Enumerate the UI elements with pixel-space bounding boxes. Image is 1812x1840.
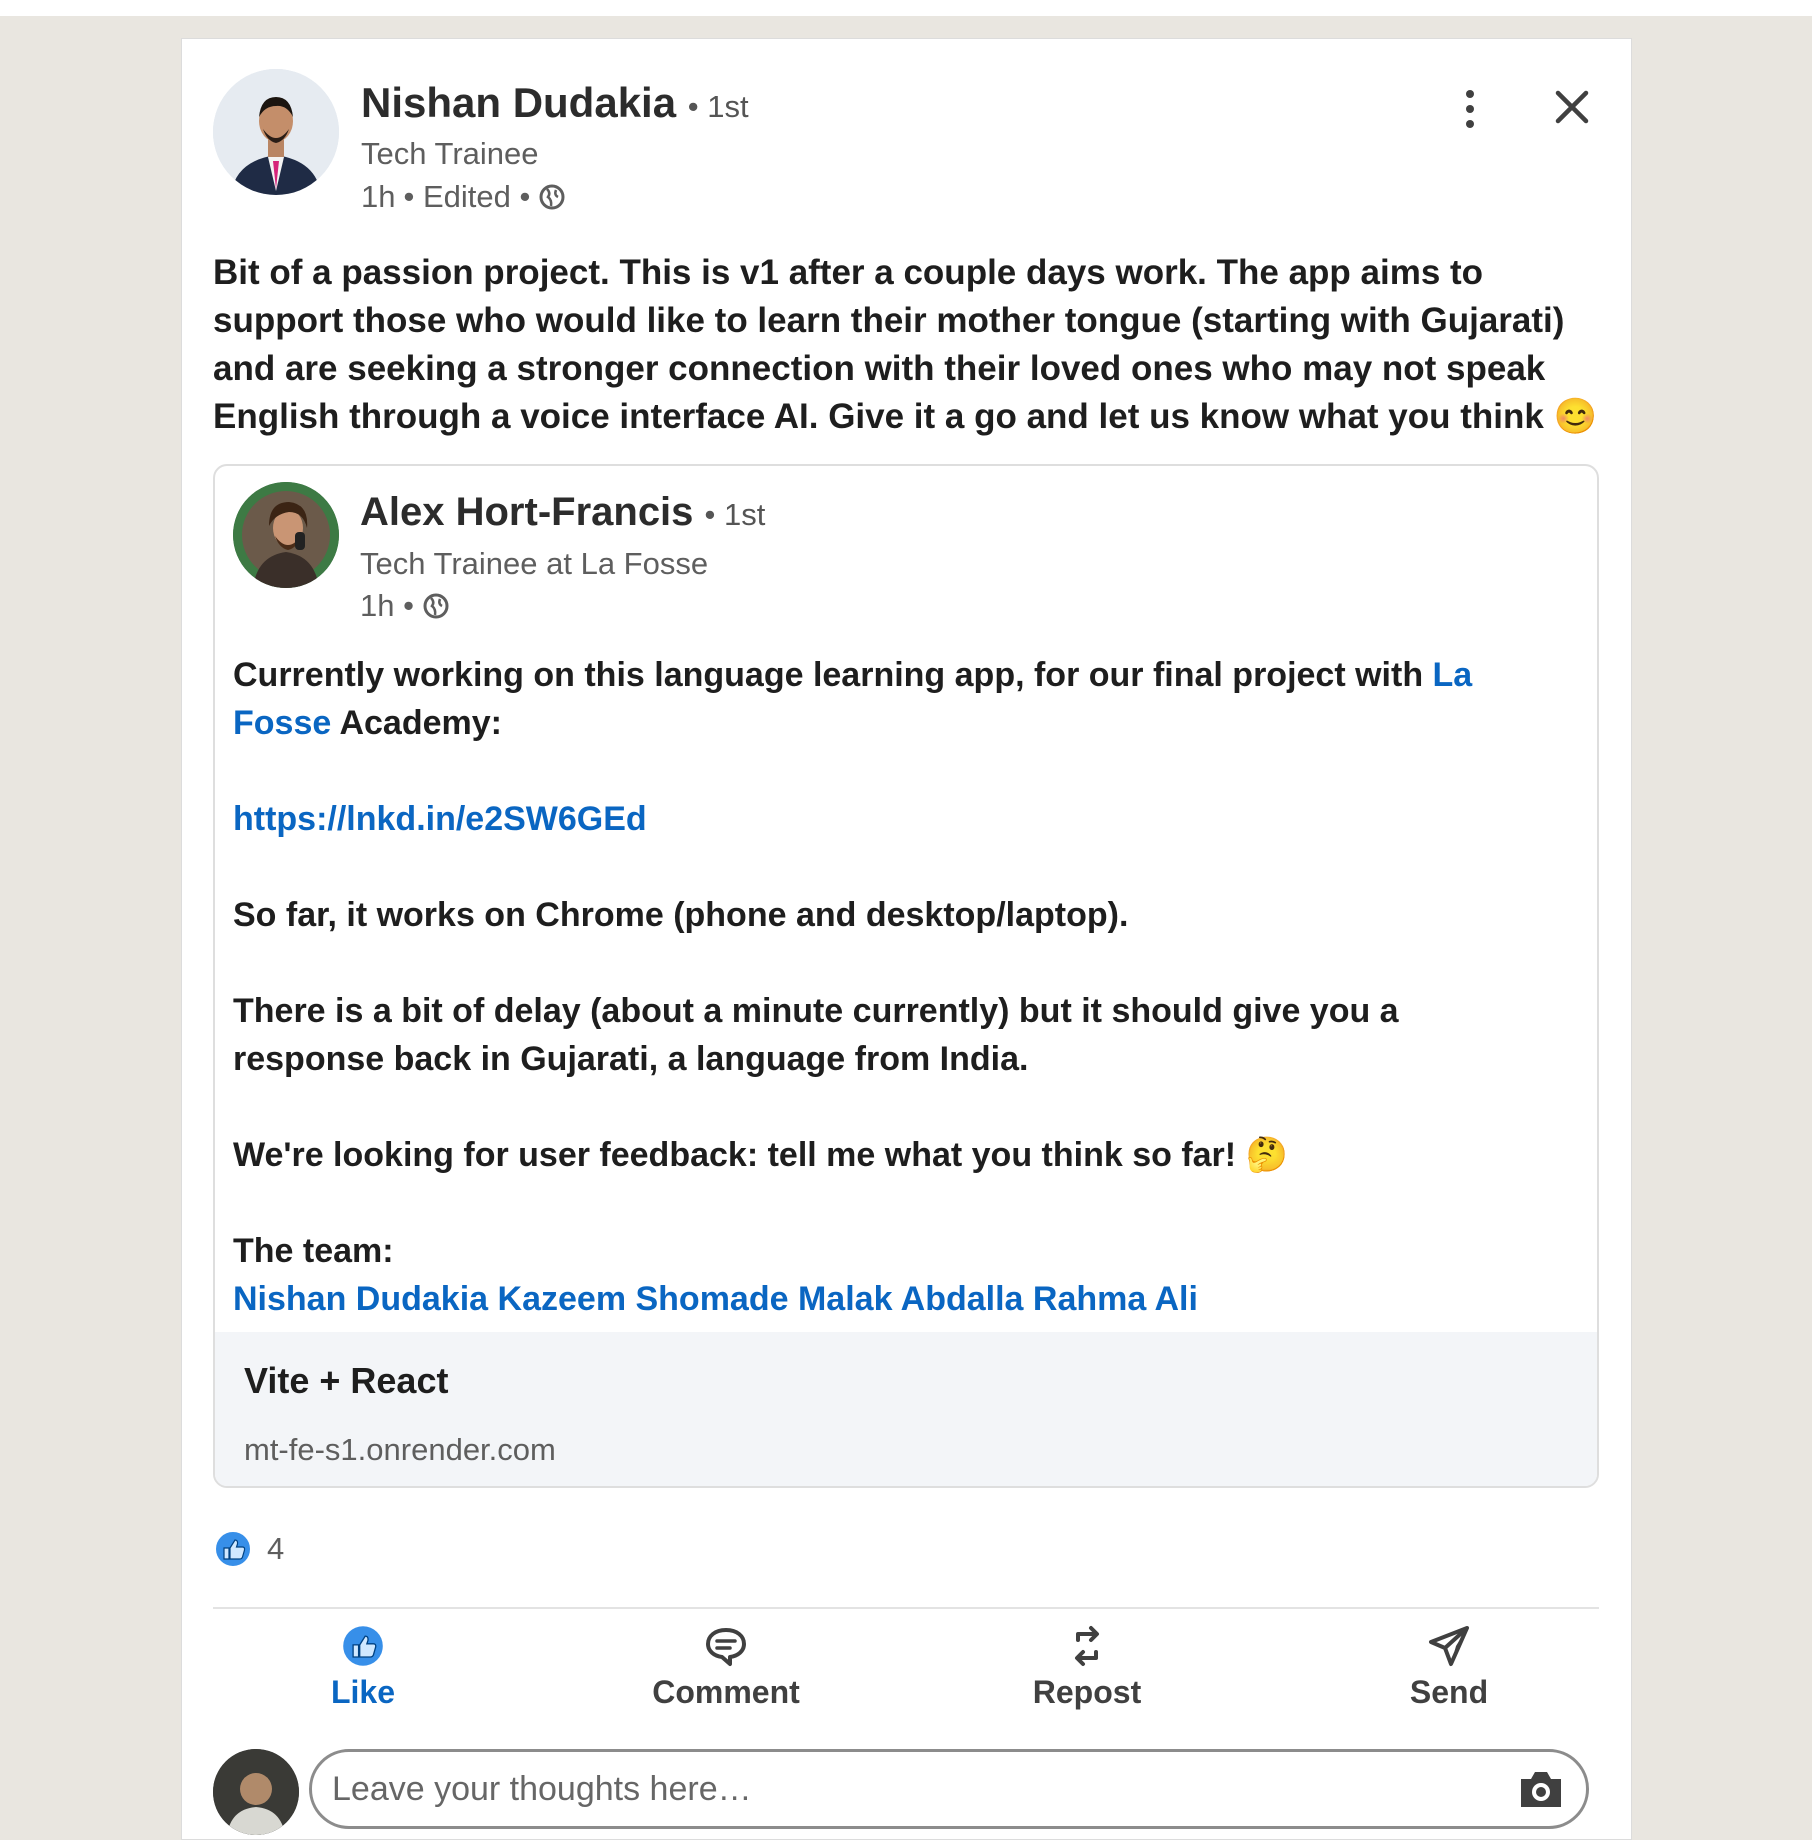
comment-label: Comment: [652, 1674, 800, 1710]
shared-author-headline: Tech Trainee at La Fosse: [360, 546, 709, 581]
reactions-summary[interactable]: 4: [213, 1529, 284, 1569]
globe-icon: [539, 184, 565, 210]
divider: [213, 1607, 1599, 1609]
mention-team-member[interactable]: Malak Abdalla: [798, 1280, 1023, 1318]
team-mentions: Nishan Dudakia Kazeem Shomade Malak Abda…: [233, 1275, 1553, 1323]
edited-label: • Edited •: [403, 179, 531, 214]
shared-url-link[interactable]: https://lnkd.in/e2SW6GEd: [233, 800, 647, 838]
shared-author-avatar[interactable]: [233, 482, 339, 588]
top-strip: [0, 0, 1812, 16]
repost-label: Repost: [1032, 1674, 1142, 1710]
shared-post-text: Currently working on this language learn…: [233, 651, 1553, 1323]
current-user-avatar[interactable]: [213, 1749, 299, 1835]
like-icon: [343, 1626, 383, 1666]
author-name-text: Nishan Dudakia: [361, 79, 677, 126]
paragraph-feedback: We're looking for user feedback: tell me…: [233, 1136, 1288, 1174]
send-label: Send: [1409, 1674, 1489, 1710]
repost-icon: [1075, 1626, 1099, 1666]
mention-team-member[interactable]: Kazeem Shomade: [498, 1280, 789, 1318]
link-preview-title: Vite + React: [244, 1360, 449, 1401]
close-icon[interactable]: [1542, 77, 1602, 137]
reaction-count: 4: [267, 1531, 285, 1566]
mention-team-member[interactable]: Nishan Dudakia: [233, 1280, 488, 1318]
paragraph-chrome: So far, it works on Chrome (phone and de…: [233, 896, 1129, 934]
connection-degree: • 1st: [687, 89, 749, 124]
mention-team-member[interactable]: Rahma Ali: [1033, 1280, 1198, 1318]
post-time: 1h: [361, 179, 396, 214]
send-icon: [1429, 1626, 1469, 1666]
shared-post-time: 1h •: [360, 588, 414, 623]
shared-intro: Currently working on this language learn…: [233, 656, 1473, 742]
author-headline: Tech Trainee: [361, 136, 539, 171]
more-options-icon[interactable]: [1450, 79, 1490, 139]
comment-input[interactable]: [309, 1749, 1589, 1829]
shared-post-meta: 1h •: [360, 588, 450, 624]
link-preview-domain: mt-fe-s1.onrender.com: [244, 1432, 556, 1467]
comment-button[interactable]: Comment: [626, 1624, 826, 1711]
shared-author-name[interactable]: Alex Hort-Francis • 1st: [360, 490, 765, 535]
comment-composer: [213, 1749, 1599, 1839]
shared-connection-degree: • 1st: [704, 497, 766, 532]
send-button[interactable]: Send: [1349, 1624, 1549, 1711]
like-button[interactable]: Like: [263, 1624, 463, 1711]
repost-button[interactable]: Repost: [987, 1624, 1187, 1711]
post-text: Bit of a passion project. This is v1 aft…: [213, 253, 1598, 436]
camera-icon[interactable]: [1513, 1761, 1569, 1817]
link-preview[interactable]: Vite + React mt-fe-s1.onrender.com: [215, 1332, 1597, 1486]
author-avatar[interactable]: [213, 69, 339, 195]
shared-author-name-text: Alex Hort-Francis: [360, 490, 694, 534]
globe-icon: [423, 593, 449, 619]
like-icon: [214, 1530, 252, 1568]
comment-icon: [706, 1628, 746, 1666]
post-card: Nishan Dudakia • 1st Tech Trainee 1h • E…: [181, 38, 1632, 1840]
author-name[interactable]: Nishan Dudakia • 1st: [361, 79, 749, 127]
paragraph-delay: There is a bit of delay (about a minute …: [233, 992, 1399, 1078]
post-meta: 1h • Edited •: [361, 179, 566, 215]
action-bar: Like Comment Repost Send: [213, 1624, 1599, 1734]
team-label: The team:: [233, 1232, 394, 1270]
shared-post[interactable]: Alex Hort-Francis • 1st Tech Trainee at …: [213, 464, 1599, 1488]
like-label: Like: [330, 1674, 396, 1710]
